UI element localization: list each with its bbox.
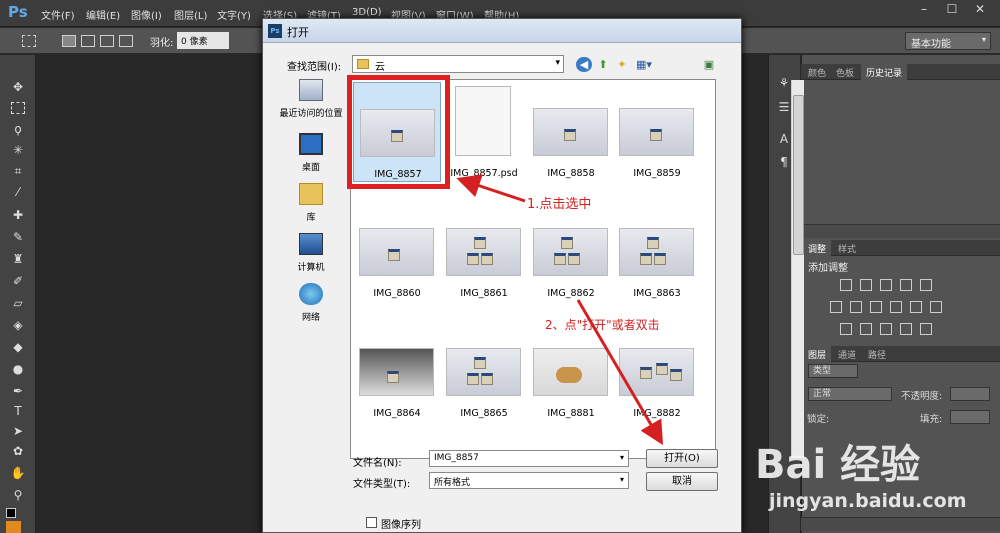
annotation-step1: 1.点击选中: [527, 197, 592, 212]
annotation-step2: 2、点"打开"或者双击: [545, 318, 660, 332]
baidu-watermark: Bai 经验 jingyan.baidu.com: [755, 432, 995, 532]
arrow-to-file: [456, 174, 526, 203]
watermark-url: jingyan.baidu.com: [769, 490, 967, 512]
watermark-text: Bai 经验: [755, 442, 921, 488]
